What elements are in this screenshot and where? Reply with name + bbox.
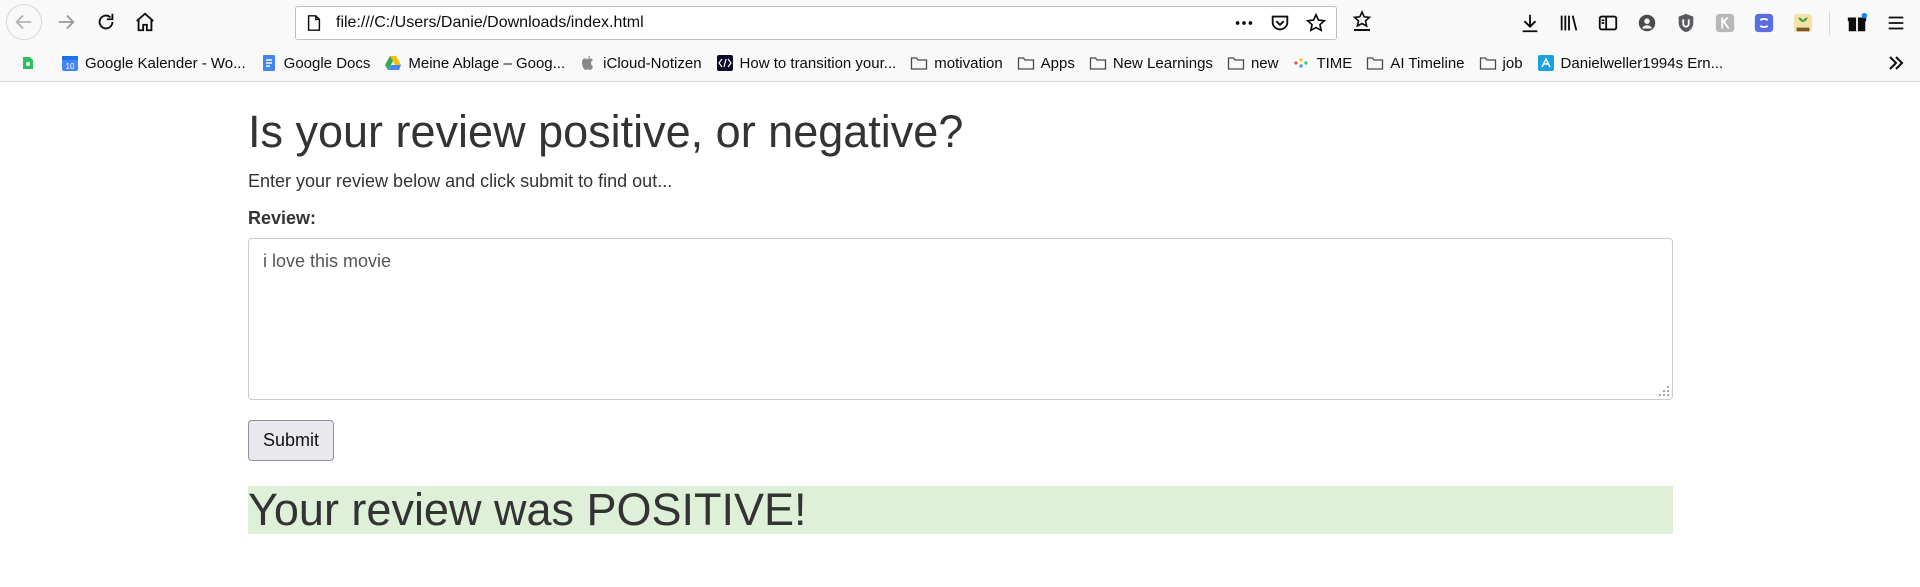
bookmark-item[interactable]: 10 Google Kalender - Wo... [56,49,251,77]
folder-icon [910,54,928,72]
folder-icon [1089,54,1107,72]
bookmark-label: iCloud-Notizen [603,54,702,72]
back-button[interactable] [6,4,42,40]
bookmarks-star-list-icon[interactable] [1350,10,1374,34]
page-actions-icon[interactable] [1232,11,1256,35]
browser-chrome: file:///C:/Users/Danie/Downloads/index.h… [0,0,1920,82]
google-drive-icon [384,54,402,72]
profile-icon [1537,54,1555,72]
chevron-double-right-icon[interactable] [1886,53,1906,73]
pocket-icon[interactable] [1268,11,1292,35]
extension-blue-icon[interactable] [1752,11,1776,35]
bookmark-label: motivation [934,54,1003,72]
home-button[interactable] [127,4,163,40]
bookmark-item[interactable] [14,49,48,77]
reload-button[interactable] [88,4,124,40]
toolbar-separator [1829,11,1830,35]
toolbar-right [1503,8,1920,38]
evernote-icon [19,54,37,72]
forward-button[interactable] [48,4,84,40]
bookmark-item[interactable]: Apps [1012,49,1080,77]
page-icon [304,13,324,33]
extension-k-icon[interactable] [1713,11,1737,35]
bookmark-star-icon[interactable] [1304,11,1328,35]
bookmark-item[interactable]: iCloud-Notizen [574,49,706,77]
download-icon[interactable] [1518,11,1542,35]
submit-button[interactable]: Submit [248,419,335,461]
bookmark-label: Google Docs [283,54,371,72]
bookmark-label: Danielweller1994s Ern... [1560,54,1724,72]
folder-icon [1017,54,1035,72]
bookmark-label: Google Kalender - Wo... [85,54,246,72]
home-icon [136,12,154,32]
google-calendar-icon: 10 [61,54,79,72]
bookmark-item[interactable]: TIME [1287,49,1357,77]
folder-icon [1479,54,1497,72]
resize-grip-icon[interactable] [1658,385,1670,397]
bookmark-item[interactable]: New Learnings [1084,49,1218,77]
apple-icon [579,54,597,72]
ublock-icon[interactable] [1674,11,1698,35]
bookmark-label: Apps [1040,54,1075,72]
bookmark-item[interactable]: Google Docs [255,49,376,77]
review-label: Review: [248,207,317,228]
bookmark-label: AI Timeline [1390,54,1465,72]
review-textarea[interactable]: i love this movie [248,237,1673,400]
bookmark-item[interactable]: job [1474,49,1528,77]
google-docs-icon [260,54,278,72]
bookmark-label: new [1250,54,1279,72]
arrow-left-icon [15,14,32,30]
svg-text:10: 10 [66,62,75,71]
menu-icon[interactable] [1884,11,1908,35]
account-icon[interactable] [1635,11,1659,35]
reload-icon [98,13,114,30]
page-title: Is your review positive, or negative? [248,106,964,157]
review-text[interactable]: i love this movie [263,251,391,271]
sidebar-icon[interactable] [1596,11,1620,35]
site-icon [716,54,734,72]
bookmark-item[interactable]: new [1222,49,1284,77]
bookmark-label: Meine Ablage – Goog... [408,54,566,72]
whats-new-gift-icon[interactable] [1845,11,1869,35]
bookmark-item[interactable]: motivation [905,49,1007,77]
intro-text: Enter your review below and click submit… [248,170,673,191]
arrow-right-icon [58,14,75,30]
library-icon[interactable] [1557,11,1581,35]
page-content: Is your review positive, or negative? En… [248,82,1673,534]
bookmark-label: TIME [1316,54,1353,72]
bookmark-label: New Learnings [1112,54,1213,72]
bookmark-item[interactable]: How to transition your... [711,49,902,77]
bookmark-label: How to transition your... [739,54,897,72]
bookmarks-toolbar: 10 Google Kalender - Wo... Google Docs Mein… [0,45,1920,81]
bookmark-item[interactable]: Danielweller1994s Ern... [1532,49,1729,77]
bookmark-label: job [1502,54,1523,72]
url-bar[interactable]: file:///C:/Users/Danie/Downloads/index.h… [295,6,1337,40]
folder-icon [1227,54,1245,72]
folder-icon [1366,54,1384,72]
bookmark-item[interactable]: Meine Ablage – Goog... [379,49,570,77]
extension-plant-icon[interactable] [1791,11,1815,35]
bookmark-item[interactable]: AI Timeline [1361,49,1469,77]
url-text[interactable]: file:///C:/Users/Danie/Downloads/index.h… [336,14,644,32]
time-icon [1292,54,1310,72]
result-banner: Your review was POSITIVE! [248,485,1673,534]
navigation-toolbar: file:///C:/Users/Danie/Downloads/index.h… [0,0,1920,45]
